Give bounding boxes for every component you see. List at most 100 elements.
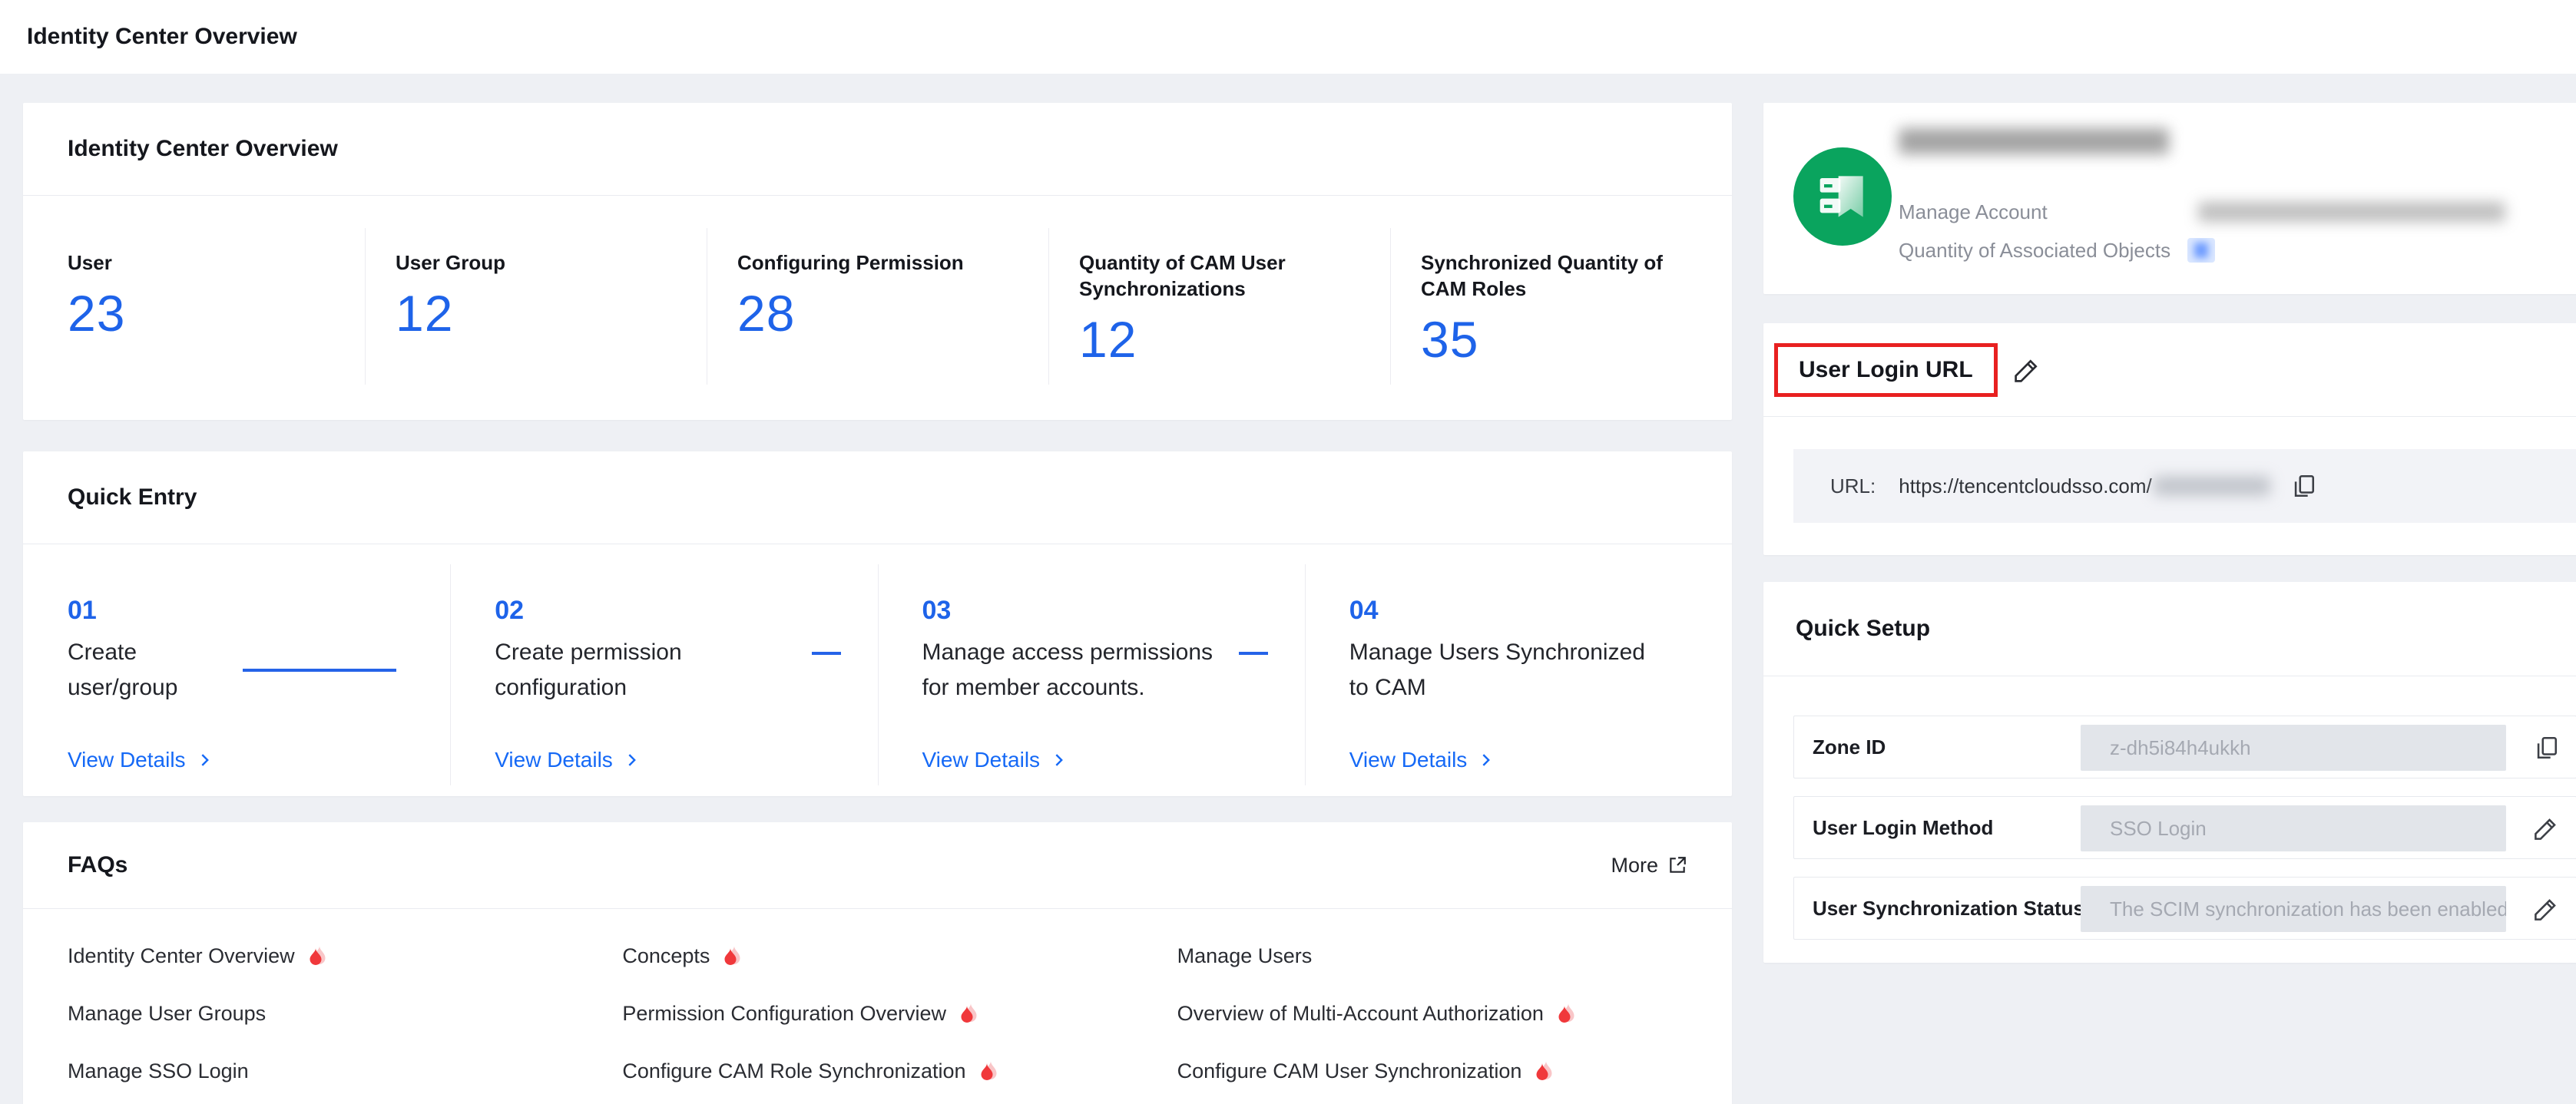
faq-item-label: Manage User Groups: [68, 1002, 266, 1026]
step-title-row: Manage Users Synchronized to CAM: [1349, 635, 1666, 706]
faqs-card-title: FAQs: [68, 852, 127, 878]
faq-item-label: Identity Center Overview: [68, 944, 295, 968]
right-column: Manage Account Quantity of Associated Ob…: [1763, 103, 2576, 963]
user-login-url-title: User Login URL: [1799, 357, 1973, 383]
stat-value: 35: [1421, 309, 1678, 369]
pencil-icon: [2533, 896, 2559, 922]
stat-user-group: User Group 12: [365, 196, 707, 420]
associated-objects-count-badge[interactable]: [2187, 238, 2215, 263]
user-login-method-row: User Login Method SSO Login: [1793, 796, 2576, 859]
faq-item[interactable]: Manage User Groups: [68, 985, 622, 1043]
view-details-label: View Details: [68, 748, 186, 772]
user-sync-status-row: User Synchronization Status The SCIM syn…: [1793, 877, 2576, 940]
view-details-link[interactable]: View Details: [68, 748, 214, 772]
copy-url-button[interactable]: [2290, 473, 2316, 499]
view-details-link[interactable]: View Details: [922, 748, 1068, 772]
faq-item[interactable]: Configure CAM User Synchronization: [1177, 1043, 1732, 1100]
faq-item[interactable]: Configure CAM Role Synchronization: [622, 1043, 1177, 1100]
faq-item[interactable]: Overview of Multi-Account Authorization: [1177, 985, 1732, 1043]
faq-item[interactable]: Manage Users: [1177, 927, 1732, 985]
step-number: 04: [1349, 593, 1379, 627]
external-link-icon: [1667, 855, 1687, 875]
highlight-red-box: User Login URL: [1774, 343, 1998, 397]
chevron-right-icon: [1478, 752, 1495, 769]
decorative-line: [243, 669, 396, 672]
faq-item-label: Configure CAM Role Synchronization: [622, 1059, 965, 1083]
step-title: Create user/group: [68, 635, 223, 706]
user-sync-status-field: The SCIM synchronization has been enable…: [2081, 886, 2506, 932]
stat-value: 12: [396, 283, 653, 343]
faqs-card: FAQs More Identity Center Overview Conce: [23, 822, 1732, 1104]
view-details-link[interactable]: View Details: [1349, 748, 1495, 772]
quick-setup-header: Quick Setup: [1763, 582, 2576, 676]
user-sync-status-label: User Synchronization Status: [1813, 897, 2084, 921]
faq-item[interactable]: Manage SSO Login: [68, 1043, 622, 1100]
user-login-method-label: User Login Method: [1813, 816, 1993, 840]
step-title-row: Create user/group: [68, 635, 396, 706]
stat-value: 28: [737, 283, 995, 343]
url-value: https://tencentcloudsso.com/: [1899, 474, 2152, 498]
manage-account-label: Manage Account: [1899, 200, 2198, 223]
stat-label: User: [68, 250, 311, 276]
quick-entry-card-header: Quick Entry: [23, 451, 1732, 544]
more-label: More: [1611, 854, 1658, 878]
step-number: 01: [68, 593, 97, 627]
zone-id-value: z-dh5i84h4ukkh: [2110, 736, 2251, 760]
url-label: URL:: [1830, 474, 1876, 498]
manage-account-value-redacted: [2198, 202, 2505, 222]
chevron-right-icon: [197, 752, 214, 769]
identity-overview-card-header: Identity Center Overview: [23, 103, 1732, 196]
zone-id-field: z-dh5i84h4ukkh: [2081, 725, 2506, 771]
faq-item-label: Permission Configuration Overview: [622, 1002, 946, 1026]
pencil-icon: [2533, 815, 2559, 841]
quick-entry-step-3: 03 Manage access permissions for member …: [878, 544, 1305, 796]
faqs-more-link[interactable]: More: [1611, 854, 1687, 878]
account-summary-card: Manage Account Quantity of Associated Ob…: [1763, 103, 2576, 294]
edit-sync-status-button[interactable]: [2533, 896, 2559, 922]
view-details-link[interactable]: View Details: [495, 748, 641, 772]
quick-entry-step-1: 01 Create user/group View Details: [23, 544, 450, 796]
user-login-method-value: SSO Login: [2110, 817, 2207, 841]
edit-login-url-button[interactable]: [2013, 356, 2041, 384]
quick-entry-step-2: 02 Create permission configuration View …: [450, 544, 877, 796]
zone-id-row: Zone ID z-dh5i84h4ukkh: [1793, 716, 2576, 778]
associated-objects-row: Quantity of Associated Objects: [1899, 238, 2576, 263]
stat-value: 12: [1079, 309, 1336, 369]
faq-item-label: Manage Users: [1177, 944, 1313, 968]
chevron-right-icon: [1051, 752, 1068, 769]
page-header: Identity Center Overview: [0, 0, 2576, 74]
step-number: 02: [495, 593, 524, 627]
faq-item-label: Configure CAM User Synchronization: [1177, 1059, 1522, 1083]
decorative-dash: [812, 652, 841, 655]
stat-user: User 23: [23, 196, 365, 420]
main-column: Identity Center Overview User 23 User Gr…: [23, 103, 1732, 1104]
faq-item[interactable]: Permission Configuration Overview: [622, 985, 1177, 1043]
faq-item[interactable]: Identity Center User Login: [68, 1100, 622, 1104]
step-title: Manage access permissions for member acc…: [922, 635, 1239, 706]
copy-icon: [2290, 473, 2316, 499]
view-details-label: View Details: [922, 748, 1041, 772]
hot-flame-icon: [1555, 1003, 1574, 1026]
edit-login-method-button[interactable]: [2533, 815, 2559, 841]
stat-configuring-permission: Configuring Permission 28: [707, 196, 1048, 420]
decorative-dash: [1239, 652, 1268, 655]
stat-label: Configuring Permission: [737, 250, 991, 276]
faq-item[interactable]: Concepts: [622, 927, 1177, 985]
step-title: Manage Users Synchronized to CAM: [1349, 635, 1666, 706]
identity-overview-card-title: Identity Center Overview: [68, 136, 338, 162]
account-info: Manage Account Quantity of Associated Ob…: [1899, 128, 2576, 263]
copy-icon: [2533, 735, 2559, 761]
stat-value: 23: [68, 283, 311, 343]
hot-flame-icon: [1532, 1060, 1552, 1083]
view-details-label: View Details: [495, 748, 613, 772]
view-details-label: View Details: [1349, 748, 1468, 772]
quick-entry-step-4: 04 Manage Users Synchronized to CAM View…: [1305, 544, 1732, 796]
faq-item[interactable]: Identity Center Overview: [68, 927, 622, 985]
associated-objects-count-redacted: [2194, 243, 2208, 258]
step-title-row: Manage access permissions for member acc…: [922, 635, 1239, 706]
stat-label: Synchronized Quantity of CAM Roles: [1421, 250, 1674, 302]
step-title-row: Create permission configuration: [495, 635, 811, 706]
stats-row: User 23 User Group 12 Configuring Permis…: [23, 196, 1732, 420]
stat-cam-user-syncs: Quantity of CAM User Synchronizations 12: [1048, 196, 1390, 420]
copy-zone-id-button[interactable]: [2533, 735, 2559, 761]
